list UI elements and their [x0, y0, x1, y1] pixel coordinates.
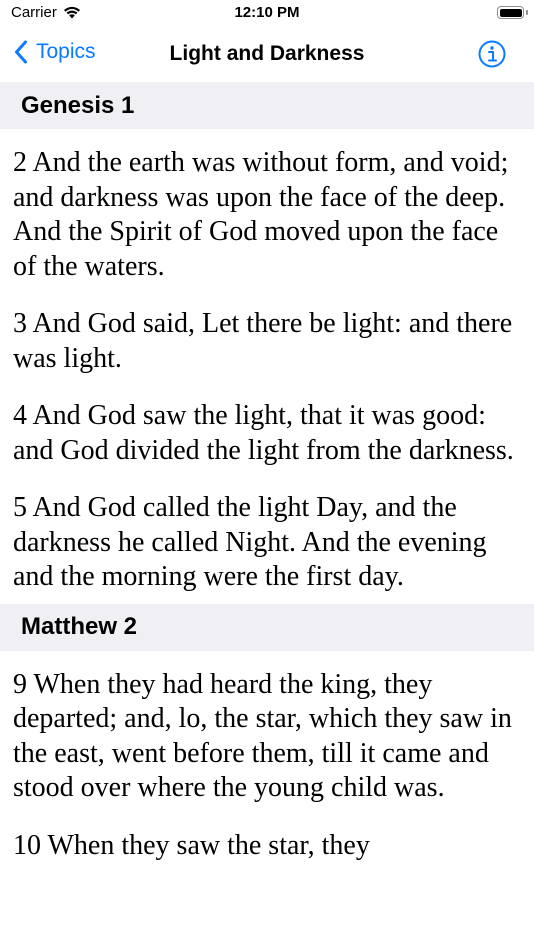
verse-text[interactable]: 9 When they had heard the king, they dep…: [13, 668, 522, 806]
section-body: 2 And the earth was without form, and vo…: [0, 129, 534, 604]
verse-text[interactable]: 10 When they saw the star, they: [13, 829, 522, 864]
verse-text[interactable]: 2 And the earth was without form, and vo…: [13, 146, 522, 284]
verse-list[interactable]: Genesis 1 2 And the earth was without fo…: [0, 82, 534, 863]
battery-icon: [497, 6, 524, 19]
verse-text[interactable]: 5 And God called the light Day, and the …: [13, 491, 522, 595]
status-bar: Carrier 12:10 PM: [0, 0, 534, 28]
section-body: 9 When they had heard the king, they dep…: [0, 651, 534, 864]
page-title: Light and Darkness: [169, 42, 365, 65]
battery-cap: [526, 10, 528, 15]
section-header: Matthew 2: [0, 603, 534, 651]
verse-text[interactable]: 4 And God saw the light, that it was goo…: [13, 399, 522, 468]
navigation-bar: Topics Light and Darkness: [0, 28, 534, 82]
section-header: Genesis 1: [0, 82, 534, 129]
info-icon[interactable]: [477, 39, 507, 69]
clock: 12:10 PM: [234, 4, 300, 21]
verse-text[interactable]: 3 And God said, Let there be light: and …: [13, 307, 522, 376]
